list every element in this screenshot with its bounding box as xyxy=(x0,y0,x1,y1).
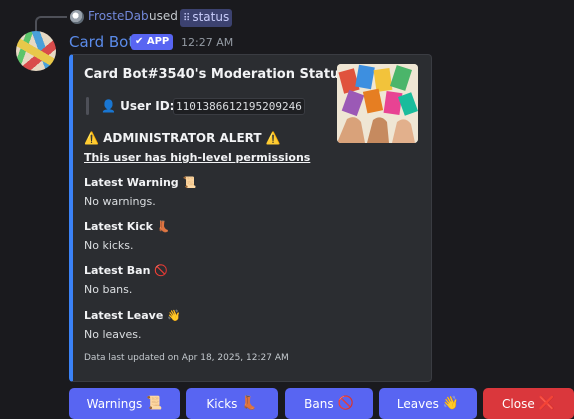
field-leave-name: Latest Leave 👋 xyxy=(84,309,181,322)
field-kick-value: No kicks. xyxy=(84,239,134,252)
reply-user-avatar[interactable] xyxy=(70,10,84,24)
field-warning-value: No warnings. xyxy=(84,195,156,208)
prohibited-icon: 🚫 xyxy=(337,396,354,411)
bot-avatar[interactable] xyxy=(16,31,56,71)
command-name: status xyxy=(192,10,230,24)
scroll-icon: 📜 xyxy=(146,396,163,411)
app-badge: ✔ APP xyxy=(131,34,174,50)
moderation-embed: Card Bot#3540's Moderation Status 👤 User… xyxy=(69,54,432,382)
admin-alert-title: ⚠️ ADMINISTRATOR ALERT ⚠️ xyxy=(84,131,281,145)
field-ban-value: No bans. xyxy=(84,283,133,296)
field-leave-value: No leaves. xyxy=(84,328,142,341)
author-name[interactable]: Card Bot xyxy=(69,33,134,51)
boot-icon: 👢 xyxy=(241,396,258,411)
warnings-button[interactable]: Warnings 📜 xyxy=(69,388,180,419)
reply-username[interactable]: FrosteDab xyxy=(88,9,149,23)
embed-footer: Data last updated on Apr 18, 2025, 12:27… xyxy=(84,353,289,363)
message-timestamp: 12:27 AM xyxy=(181,36,234,49)
close-icon: ❌ xyxy=(538,396,555,411)
reply-connector xyxy=(35,16,67,31)
command-icon: ⠿ xyxy=(183,13,191,24)
leaves-button[interactable]: Leaves 👋 xyxy=(379,388,477,419)
user-id-code[interactable]: 1101386612195209246 xyxy=(173,98,305,115)
field-kick-name: Latest Kick 👢 xyxy=(84,220,171,233)
bans-button[interactable]: Bans 🚫 xyxy=(285,388,373,419)
user-id-label: 👤 User ID: xyxy=(101,99,175,113)
wave-icon: 👋 xyxy=(442,396,460,411)
leaves-button-label: Leaves xyxy=(396,396,439,411)
embed-title: Card Bot#3540's Moderation Status xyxy=(84,67,348,82)
admin-alert-subtitle: This user has high-level permissions xyxy=(84,151,311,164)
close-button-label: Close xyxy=(502,396,535,411)
field-warning-name: Latest Warning 📜 xyxy=(84,176,197,189)
bans-button-label: Bans xyxy=(304,396,334,411)
kicks-button-label: Kicks xyxy=(206,396,238,411)
reply-command[interactable]: ⠿ status xyxy=(180,9,233,27)
quote-bar xyxy=(86,97,89,115)
reply-used-text: used xyxy=(149,9,178,23)
kicks-button[interactable]: Kicks 👢 xyxy=(186,388,278,419)
embed-thumbnail[interactable] xyxy=(337,64,418,143)
warnings-button-label: Warnings xyxy=(86,396,143,411)
close-button[interactable]: Close ❌ xyxy=(483,388,574,419)
field-ban-name: Latest Ban 🚫 xyxy=(84,264,168,277)
